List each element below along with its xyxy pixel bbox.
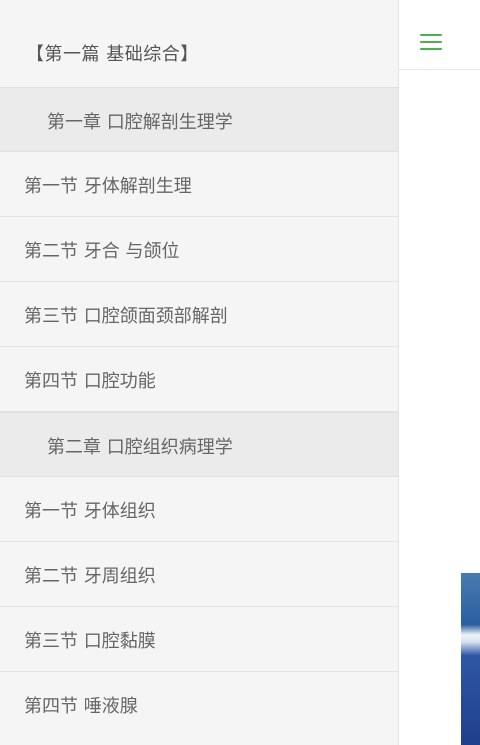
section-item[interactable]: 第三节 口腔颌面颈部解剖 <box>0 282 398 347</box>
banner-image <box>461 573 480 745</box>
chapter-header[interactable]: 第一章 口腔解剖生理学 <box>0 87 398 152</box>
section-label: 第三节 口腔颌面颈部解剖 <box>24 306 228 327</box>
section-label: 第一节 牙体组织 <box>24 501 156 522</box>
hamburger-menu-icon[interactable] <box>420 34 442 52</box>
section-item[interactable]: 第四节 口腔功能 <box>0 347 398 412</box>
navigation-drawer: 【第一篇 基础综合】 第一章 口腔解剖生理学 第一节 牙体解剖生理 第二节 牙合… <box>0 0 399 745</box>
book-part-title: 【第一篇 基础综合】 <box>26 44 199 65</box>
drawer-header: 【第一篇 基础综合】 <box>0 0 398 87</box>
chapter-label: 第二章 口腔组织病理学 <box>47 437 233 458</box>
section-item[interactable]: 第三节 口腔黏膜 <box>0 607 398 672</box>
section-label: 第四节 口腔功能 <box>24 371 156 392</box>
chapter-header[interactable]: 第二章 口腔组织病理学 <box>0 412 398 477</box>
section-label: 第四节 唾液腺 <box>24 696 138 717</box>
top-bar <box>398 0 480 70</box>
section-item[interactable]: 第四节 唾液腺 <box>0 672 398 737</box>
section-item[interactable]: 第二节 牙周组织 <box>0 542 398 607</box>
section-item[interactable]: 第一节 牙体组织 <box>0 477 398 542</box>
chapter-label: 第一章 口腔解剖生理学 <box>47 112 233 133</box>
section-label: 第二节 牙合 与颌位 <box>24 241 180 262</box>
main-content <box>398 0 480 745</box>
section-label: 第一节 牙体解剖生理 <box>24 176 192 197</box>
section-label: 第三节 口腔黏膜 <box>24 631 156 652</box>
section-item[interactable]: 第二节 牙合 与颌位 <box>0 217 398 282</box>
section-item[interactable]: 第一节 牙体解剖生理 <box>0 152 398 217</box>
section-label: 第二节 牙周组织 <box>24 566 156 587</box>
